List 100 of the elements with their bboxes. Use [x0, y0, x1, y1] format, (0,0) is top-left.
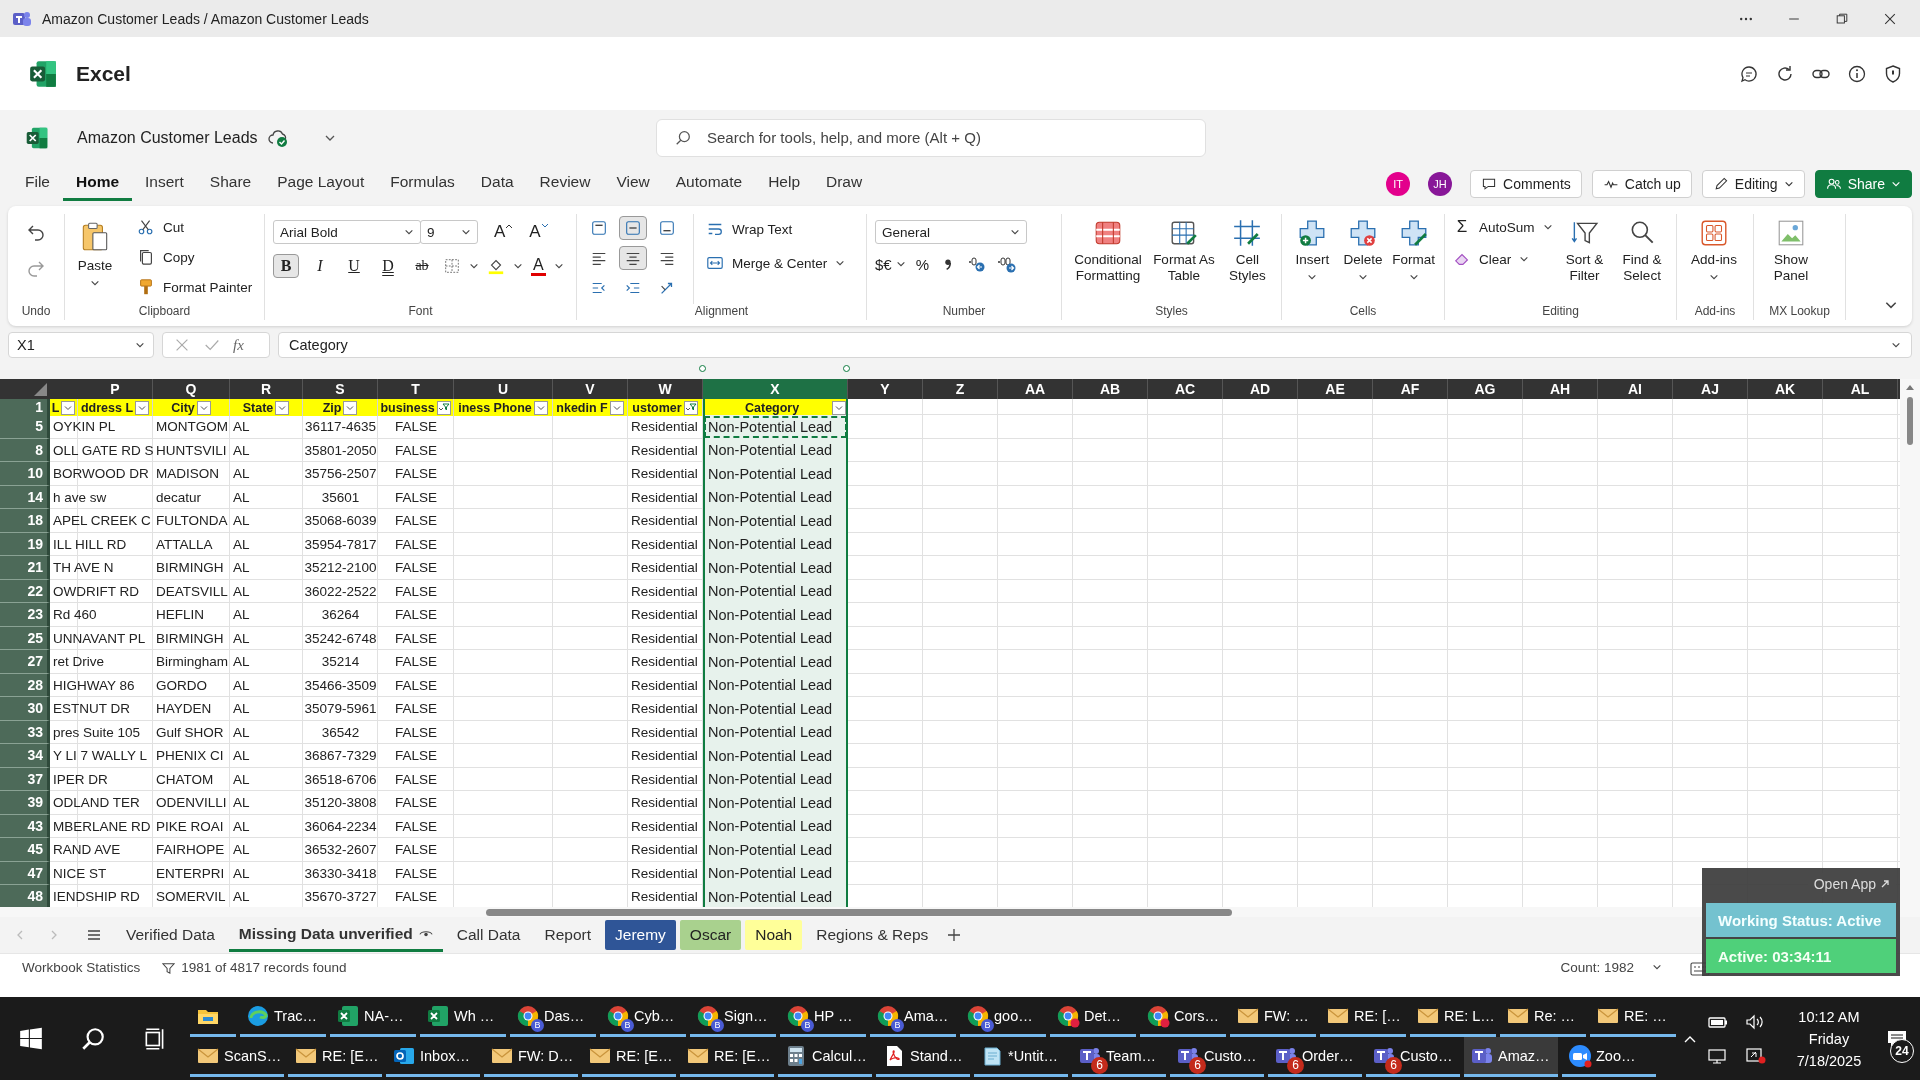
menu-tab[interactable]: Formulas	[377, 167, 468, 201]
refresh-icon[interactable]	[1775, 63, 1795, 84]
row-number[interactable]: 34	[0, 744, 50, 768]
sheet-tab[interactable]: Jeremy	[605, 920, 676, 950]
percent-button[interactable]: %	[915, 255, 930, 273]
wrap-text-button[interactable]: Wrap Text	[706, 218, 846, 240]
row-number[interactable]: 33	[0, 720, 50, 744]
horizontal-scrollbar[interactable]	[0, 907, 1920, 917]
taskbar-button[interactable]: Stand…	[876, 1037, 970, 1077]
menu-tab[interactable]: Insert	[132, 167, 197, 201]
taskbar-button[interactable]: Cors…	[1140, 997, 1226, 1037]
copy-button[interactable]: Copy	[137, 246, 253, 268]
filter-icon[interactable]	[436, 400, 451, 415]
row-number[interactable]: 21	[0, 556, 50, 580]
dropdown-icon[interactable]	[275, 400, 290, 415]
taskbar-button[interactable]: RE: [E…	[582, 1037, 676, 1077]
taskbar-button[interactable]: RE: [E…	[288, 1037, 382, 1077]
taskbar-button[interactable]: Calcul…	[778, 1037, 872, 1077]
row-number[interactable]: 8	[0, 438, 50, 462]
menu-tab[interactable]: Data	[467, 167, 527, 201]
row-number[interactable]: 28	[0, 673, 50, 697]
resize-handle[interactable]	[843, 365, 850, 372]
taskbar-button[interactable]: B Das…	[510, 997, 596, 1037]
search-icon[interactable]	[80, 1025, 106, 1052]
name-box[interactable]: X1	[8, 332, 154, 358]
font-style-button[interactable]: U	[341, 254, 367, 278]
taskbar-button[interactable]: Det…	[1050, 997, 1136, 1037]
sync-icon[interactable]	[1744, 1047, 1768, 1064]
share-button[interactable]: Share	[1814, 170, 1912, 198]
menu-tab[interactable]: Help	[755, 167, 813, 201]
dropdown-icon[interactable]	[61, 400, 76, 415]
catch-up-button[interactable]: Catch up	[1591, 170, 1692, 198]
add-sheet-icon[interactable]	[946, 927, 963, 943]
cut-button[interactable]: Cut	[137, 216, 253, 238]
menu-icon[interactable]	[86, 927, 102, 943]
resize-handle[interactable]	[699, 365, 706, 372]
menu-tab[interactable]: File	[12, 167, 63, 201]
sheet-tab[interactable]: Regions & Reps	[806, 920, 939, 950]
taskbar-button[interactable]: RE: [E…	[680, 1037, 774, 1077]
sheet-tab[interactable]: Oscar	[679, 920, 742, 950]
clock-day[interactable]: Friday	[1808, 1030, 1850, 1047]
clear-button[interactable]: Clear	[1453, 248, 1553, 270]
vertical-scrollbar[interactable]	[1900, 379, 1920, 907]
show-panel-button[interactable]: Show Panel	[1762, 214, 1820, 284]
merge-center-button[interactable]: Merge & Center	[706, 252, 846, 274]
row-number[interactable]: 19	[0, 532, 50, 556]
row-number[interactable]: 5	[0, 415, 50, 439]
taskbar-button[interactable]: FW: …	[1230, 997, 1316, 1037]
windows-start-icon[interactable]	[18, 1025, 44, 1052]
comments-button[interactable]: Comments	[1470, 170, 1582, 198]
row-number[interactable]: 23	[0, 603, 50, 627]
font-style-button[interactable]: I	[307, 254, 333, 278]
font-size-dropdown[interactable]: 9	[420, 220, 478, 244]
row-number[interactable]: 14	[0, 485, 50, 509]
insert-cells-button[interactable]: Insert	[1290, 214, 1335, 282]
dropdown-icon[interactable]	[533, 400, 548, 415]
column-header[interactable]: X	[703, 379, 848, 399]
taskbar-button[interactable]: 6 Custo…	[1170, 1037, 1264, 1077]
menu-tab[interactable]: View	[603, 167, 663, 201]
font-style-button[interactable]: B	[273, 254, 299, 278]
taskbar-button[interactable]: 6 Order…	[1268, 1037, 1362, 1077]
taskbar-button[interactable]: 6 Team…	[1072, 1037, 1166, 1077]
formula-input[interactable]: Category	[278, 332, 1912, 358]
taskbar-button[interactable]: ScanS…	[190, 1037, 284, 1077]
chevron-down-icon[interactable]	[1652, 962, 1662, 972]
grow-font-button[interactable]: A	[494, 222, 514, 242]
shrink-font-button[interactable]: A	[529, 222, 549, 242]
row-number[interactable]: 45	[0, 838, 50, 862]
menu-tab[interactable]: Share	[196, 167, 265, 201]
dropdown-icon[interactable]	[609, 400, 624, 415]
autosum-button[interactable]: Σ AutoSum	[1453, 216, 1553, 238]
borders-icon[interactable]	[443, 257, 461, 275]
vertical-align-button[interactable]	[619, 216, 647, 240]
font-style-button[interactable]: D	[375, 254, 401, 278]
user-avatar[interactable]: JH	[1428, 172, 1453, 196]
taskbar-button[interactable]: Wh …	[420, 997, 506, 1037]
insert-function-button[interactable]: fx	[233, 336, 244, 354]
row-number[interactable]: 37	[0, 767, 50, 791]
document-name[interactable]: Amazon Customer Leads	[77, 128, 258, 147]
search-field[interactable]: Search for tools, help, and more (Alt + Q)	[656, 118, 1206, 157]
fill-color-icon[interactable]	[487, 257, 505, 275]
row-number[interactable]: 47	[0, 861, 50, 885]
format-cells-button[interactable]: Format	[1391, 214, 1436, 282]
row-number[interactable]: 10	[0, 462, 50, 486]
row-number[interactable]: 25	[0, 626, 50, 650]
taskbar-button[interactable]: 6 Custo…	[1366, 1037, 1460, 1077]
font-style-button[interactable]: ab	[409, 254, 435, 278]
sheet-tab[interactable]: Report	[534, 920, 601, 950]
taskbar-button[interactable]: B goo…	[960, 997, 1046, 1037]
chevron-down-icon[interactable]	[553, 261, 564, 271]
taskbar-button[interactable]: *Untit…	[974, 1037, 1068, 1077]
cell-styles-button[interactable]: Cell Styles	[1221, 214, 1273, 284]
row-number[interactable]: 30	[0, 697, 50, 721]
conditional-formatting-button[interactable]: Conditional Formatting	[1070, 214, 1147, 284]
select-all-icon[interactable]	[34, 383, 47, 396]
taskbar-button[interactable]: B Cyb…	[600, 997, 686, 1037]
taskbar-button[interactable]: Trac…	[240, 997, 326, 1037]
row-number[interactable]: 27	[0, 650, 50, 674]
taskbar-button[interactable]: RE: …	[1590, 997, 1676, 1037]
menu-tab[interactable]: Automate	[662, 167, 756, 201]
